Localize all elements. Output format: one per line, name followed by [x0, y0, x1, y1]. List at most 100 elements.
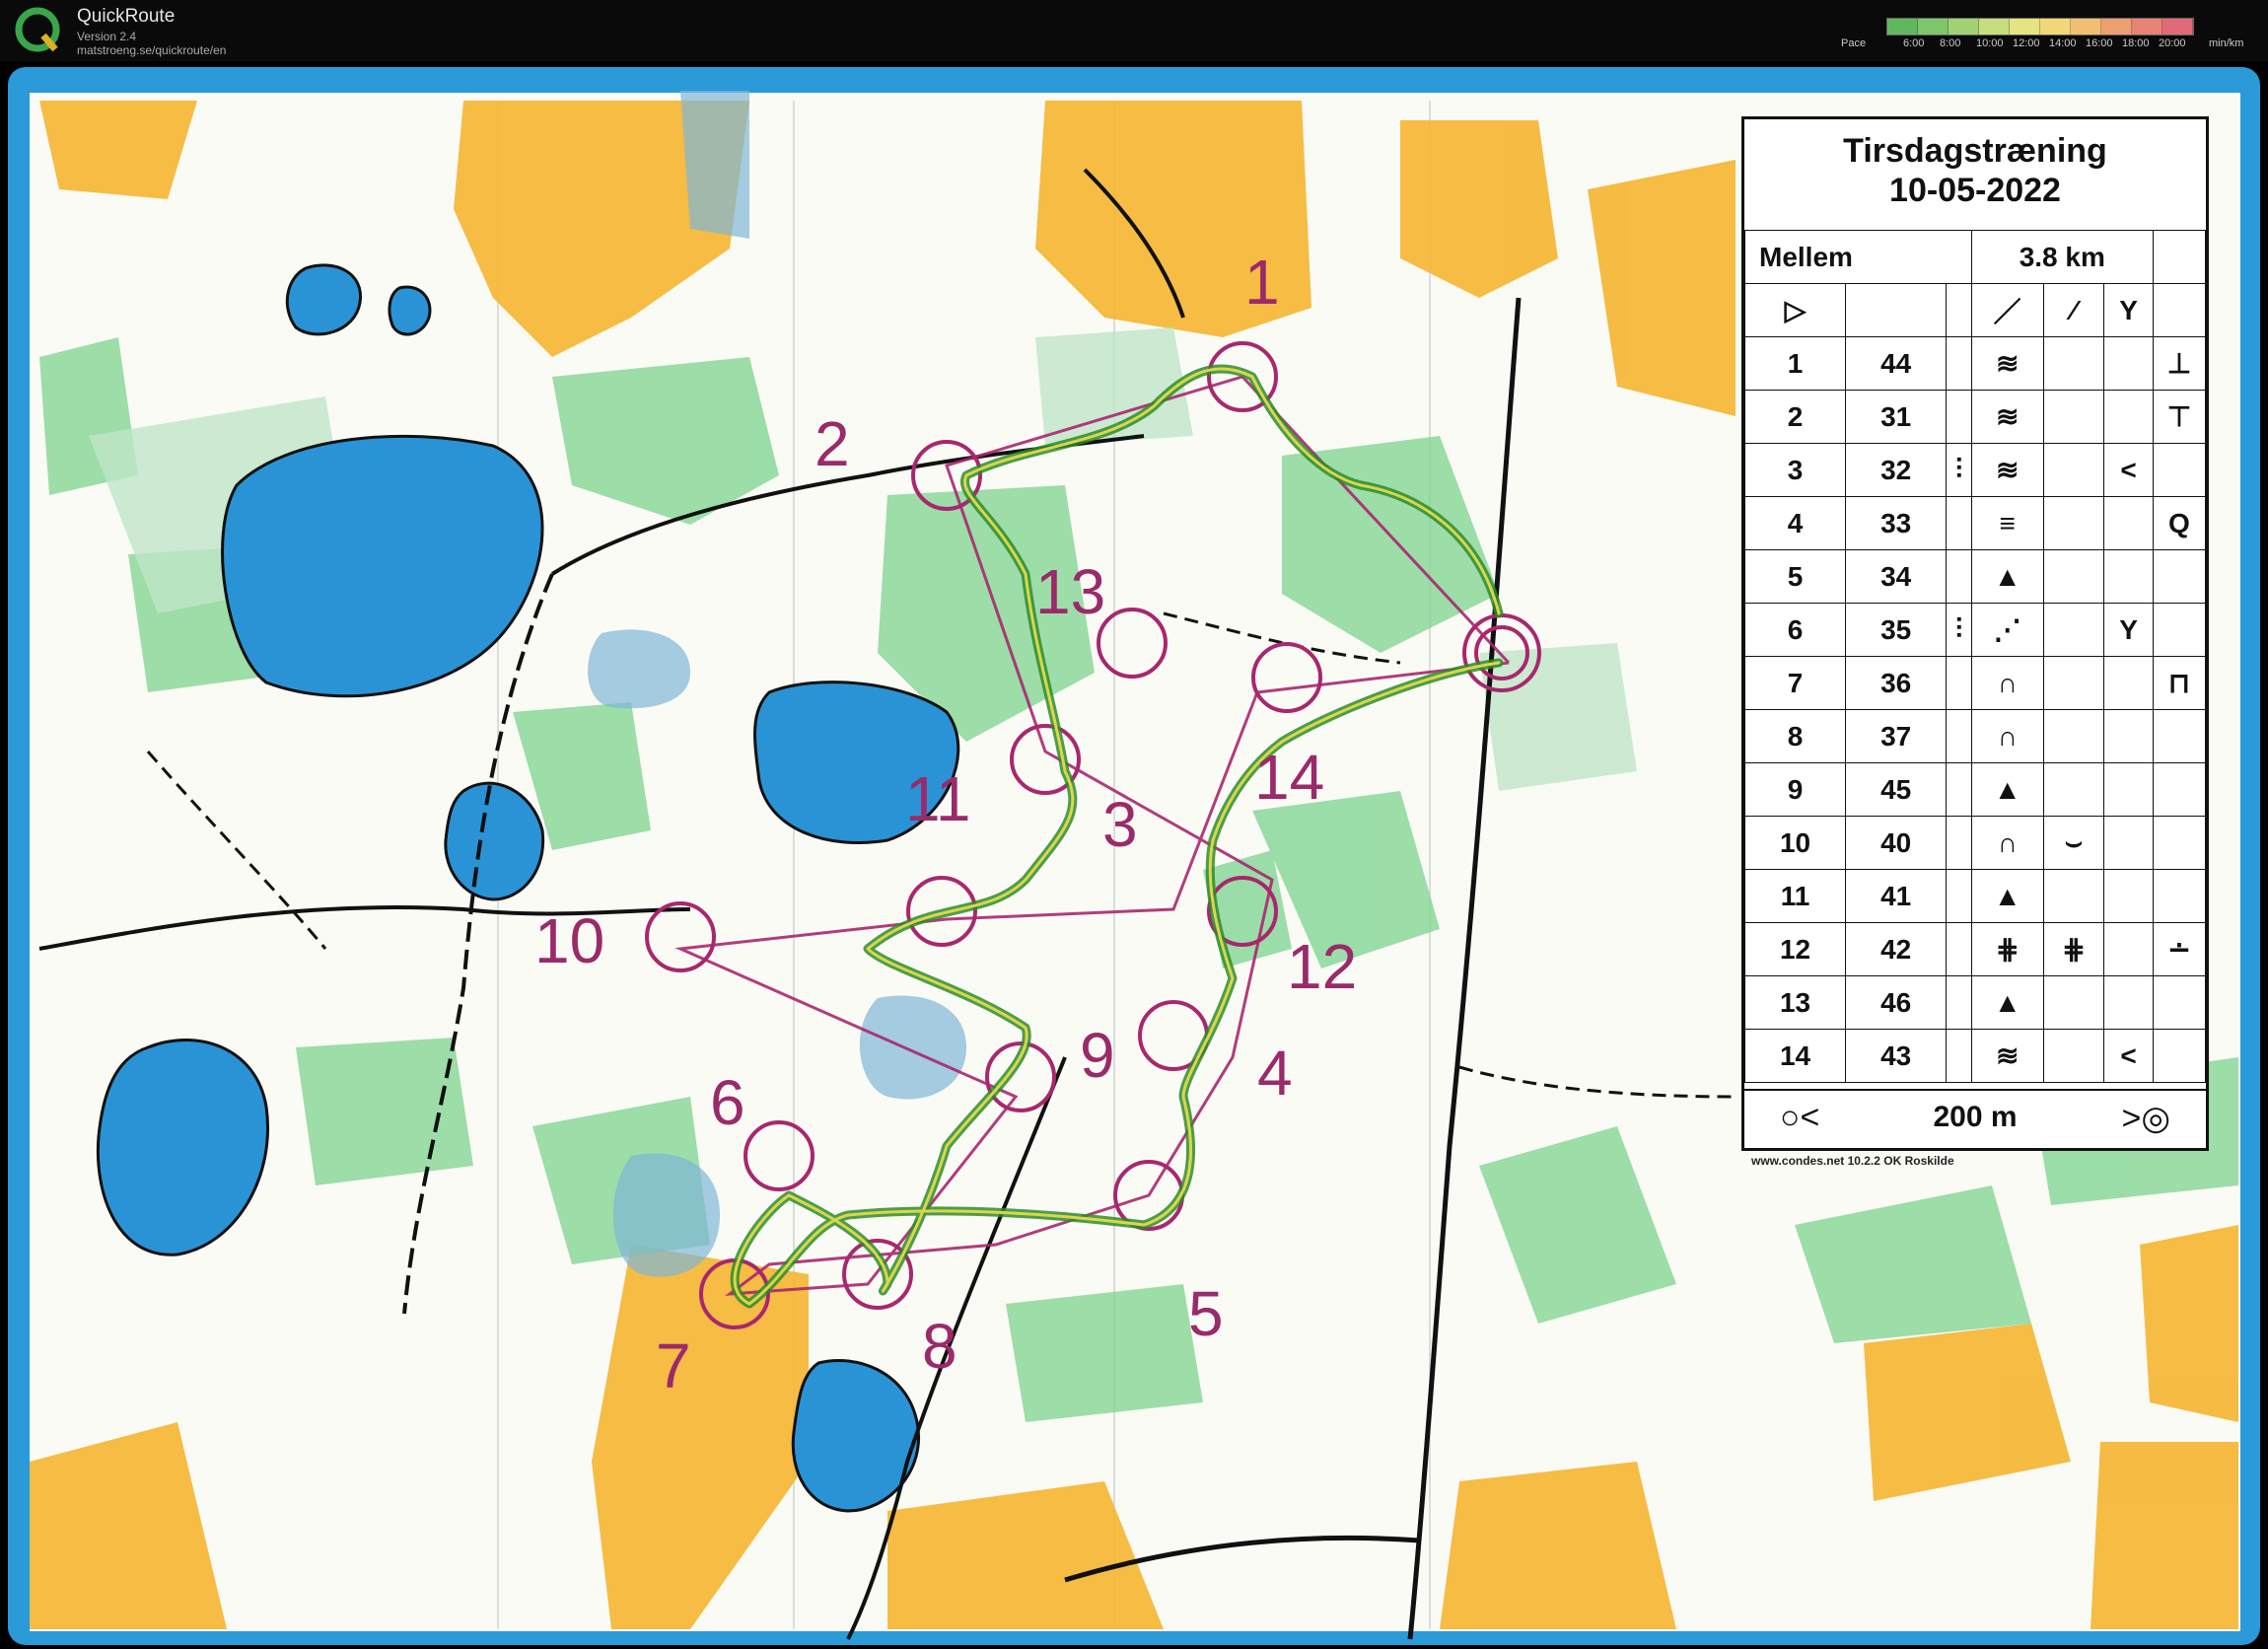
control-number-9: 9 [1080, 1020, 1115, 1091]
pace-tick: 14:00 [2049, 37, 2077, 49]
feature-symbol-icon: ▲ [1970, 975, 2044, 1030]
feature-symbol-icon: ▲ [1970, 549, 2044, 604]
pace-color-segment [1887, 19, 1918, 35]
empty-cell [1946, 496, 1972, 550]
empty-cell [2042, 336, 2105, 391]
feature-symbol-icon: ⊤ [2152, 390, 2207, 444]
empty-cell [2042, 603, 2105, 657]
empty-cell [2103, 336, 2154, 391]
empty-cell [2042, 975, 2105, 1030]
pace-tick: 12:00 [2013, 37, 2040, 49]
control-number: 5 [1743, 549, 1847, 604]
control-number-10: 10 [534, 905, 604, 976]
pace-color-segment [2071, 19, 2101, 35]
start-row: ▷ ／ ⁄ Y [1743, 283, 2207, 337]
feature-symbol-icon: ⫶ [1946, 443, 1972, 497]
empty-cell [2152, 443, 2207, 497]
pace-color-segment [2010, 19, 2040, 35]
empty-cell [1946, 390, 1972, 444]
feature-symbol-icon: Q [2152, 496, 2207, 550]
control-description-sheet: Tirsdagstræning 10-05-2022 Mellem 3.8 km… [1741, 116, 2209, 1151]
empty-cell [1946, 762, 1972, 817]
empty-cell [1946, 336, 1972, 391]
path-symbol-icon: ／ [1970, 283, 2044, 337]
control-row: 6 35 ⫶ ⋰ Y [1743, 603, 2207, 657]
control-number: 8 [1743, 709, 1847, 763]
control-number: 3 [1743, 443, 1847, 497]
control-description-table: Mellem 3.8 km ▷ ／ ⁄ Y 1 44 ≋ ⊥ 2 31 ≋ ⊤ 3 32 ⫶ ≋ <4 3… [1743, 230, 2207, 1083]
control-number-12: 12 [1287, 931, 1357, 1002]
control-row: 14 43 ≋ < [1743, 1029, 2207, 1083]
empty-cell [2152, 762, 2207, 817]
control-code: 40 [1845, 816, 1948, 870]
empty-cell [2103, 922, 2154, 976]
feature-symbol-icon: ⫶ [1946, 603, 1972, 657]
empty-cell [2042, 443, 2105, 497]
control-number: 11 [1743, 869, 1847, 923]
empty-cell [2103, 762, 2154, 817]
pace-color-segment [2040, 19, 2071, 35]
title-bar: QuickRoute Version 2.4 matstroeng.se/qui… [0, 0, 2268, 61]
feature-symbol-icon: < [2103, 443, 2154, 497]
pace-tick: 20:00 [2159, 37, 2186, 49]
feature-symbol-icon: ∸ [2152, 922, 2207, 976]
pace-tick: 16:00 [2086, 37, 2113, 49]
empty-cell [2103, 709, 2154, 763]
pace-color-segment [2132, 19, 2162, 35]
control-row: 2 31 ≋ ⊤ [1743, 390, 2207, 444]
feature-symbol-icon: ⌣ [2042, 816, 2105, 870]
control-code: 33 [1845, 496, 1948, 550]
path-junction-icon: Y [2103, 283, 2154, 337]
control-number: 6 [1743, 603, 1847, 657]
course-length: 3.8 km [1970, 230, 2154, 284]
control-code: 36 [1845, 656, 1948, 710]
empty-cell [2152, 1029, 2207, 1083]
control-code: 31 [1845, 390, 1948, 444]
feature-symbol-icon: ▲ [1970, 869, 2044, 923]
feature-symbol-icon: ≡ [1970, 496, 2044, 550]
feature-symbol-icon: < [2103, 1029, 2154, 1083]
pace-tick: 8:00 [1940, 37, 1961, 49]
app-url: matstroeng.se/quickroute/en [77, 43, 227, 57]
empty-cell [2152, 816, 2207, 870]
feature-symbol-icon: Y [2103, 603, 2154, 657]
empty-cell [2042, 1029, 2105, 1083]
feature-symbol-icon: ≋ [1970, 336, 2044, 391]
finish-icon: >◎ [2121, 1100, 2170, 1137]
control-number: 1 [1743, 336, 1847, 391]
control-row: 3 32 ⫶ ≋ < [1743, 443, 2207, 497]
feature-symbol-icon: ≋ [1970, 390, 2044, 444]
feature-symbol-icon: ≋ [1970, 1029, 2044, 1083]
feature-symbol-icon: ∩ [1970, 816, 2044, 870]
pace-color-segment [2162, 19, 2193, 35]
control-code: 41 [1845, 869, 1948, 923]
feature-symbol-icon: ∩ [1970, 656, 2044, 710]
feature-symbol-icon: ⊓ [2152, 656, 2207, 710]
finish-row: ○< 200 m >◎ [1744, 1089, 2206, 1148]
empty-cell [2152, 709, 2207, 763]
empty-cell [1946, 656, 1972, 710]
pace-tick: 10:00 [1976, 37, 2004, 49]
pace-tick: 6:00 [1903, 37, 1925, 49]
control-number-3: 3 [1102, 789, 1138, 860]
control-code: 32 [1845, 443, 1948, 497]
empty-cell [1946, 549, 1972, 604]
feature-symbol-icon: ⋕ [1970, 922, 2044, 976]
empty-cell [1946, 869, 1972, 923]
empty-cell [2152, 603, 2207, 657]
control-number: 2 [1743, 390, 1847, 444]
control-row: 9 45 ▲ [1743, 762, 2207, 817]
empty-cell [2042, 762, 2105, 817]
empty-cell [2152, 549, 2207, 604]
feature-symbol-icon: ▲ [1970, 762, 2044, 817]
empty-cell [2103, 869, 2154, 923]
feature-symbol-icon: ⊥ [2152, 336, 2207, 391]
empty-cell [2103, 656, 2154, 710]
control-code: 42 [1845, 922, 1948, 976]
empty-cell [2152, 869, 2207, 923]
empty-cell [2042, 709, 2105, 763]
feature-symbol-icon: ≋ [1970, 443, 2044, 497]
control-code: 46 [1845, 975, 1948, 1030]
pace-tick: 18:00 [2122, 37, 2150, 49]
empty-cell [2103, 390, 2154, 444]
